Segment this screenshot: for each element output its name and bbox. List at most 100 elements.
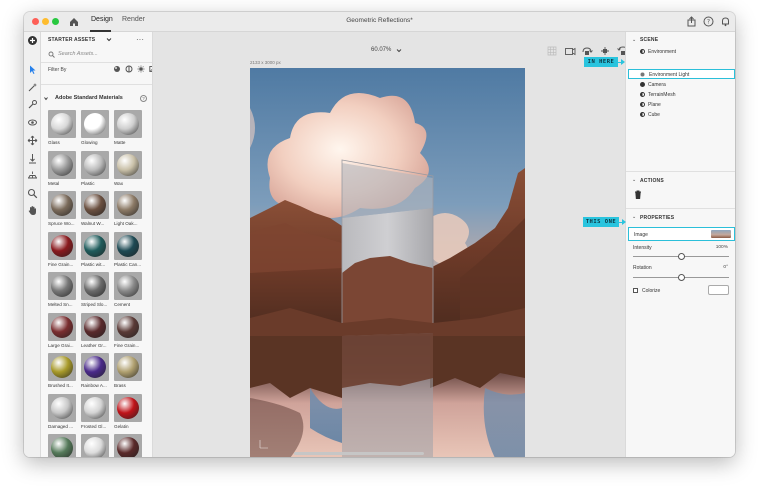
material-tile[interactable]: Spruce Wo... [48, 191, 76, 226]
scene-render-image [250, 68, 525, 457]
material-tile[interactable]: Rainbow A... [81, 353, 109, 388]
material-tile[interactable]: Glass [48, 110, 76, 145]
drop-to-ground-icon[interactable] [27, 153, 38, 164]
material-label: Plastic Can... [114, 261, 142, 267]
intensity-slider[interactable] [633, 253, 729, 260]
more-options-icon[interactable]: ··· [136, 35, 144, 44]
tree-item-label: Plane [648, 102, 661, 108]
intensity-value[interactable]: 100% [716, 245, 728, 250]
hand-tool-icon[interactable] [27, 205, 38, 216]
material-thumbnail [81, 110, 109, 138]
material-thumbnail [81, 353, 109, 381]
camera-bookmark-icon[interactable] [564, 45, 576, 57]
material-sphere [84, 437, 106, 457]
tree-item-environment-light[interactable]: Environment Light [628, 69, 735, 79]
material-tile[interactable]: Melted Sn... [48, 272, 76, 307]
assets-panel-header[interactable]: STARTER ASSETS [48, 37, 95, 43]
material-sphere [84, 315, 106, 338]
chevron-down-icon[interactable] [44, 96, 48, 101]
horizontal-scrollbar[interactable] [294, 452, 424, 455]
trash-icon[interactable] [634, 190, 642, 199]
material-tile[interactable]: Light Oak... [114, 191, 142, 226]
add-icon[interactable] [27, 35, 38, 46]
orbit-tool-icon[interactable] [27, 117, 38, 128]
material-tile[interactable]: Plastic Can... [114, 231, 142, 267]
rotation-slider-thumb[interactable] [677, 274, 685, 281]
properties-header[interactable]: PROPERTIES [640, 215, 674, 221]
material-tile[interactable]: Air [81, 434, 109, 457]
material-tile[interactable]: Frosted Gl... [81, 393, 109, 429]
material-tile[interactable]: Large Grai... [48, 312, 76, 348]
material-label: Fine Grain... [48, 261, 74, 267]
magic-wand-icon[interactable] [27, 82, 38, 93]
pan-camera-icon[interactable] [599, 45, 611, 57]
canvas-dimensions: 2133 x 3000 px [250, 60, 281, 65]
material-thumbnail [48, 353, 76, 381]
material-tile[interactable]: Fine Grain... [114, 312, 142, 348]
material-tile[interactable]: Brass [114, 353, 142, 388]
search-assets-input[interactable]: Search Assets... [46, 49, 148, 60]
rotation-slider[interactable] [633, 274, 729, 281]
zoom-tool-icon[interactable] [27, 188, 38, 199]
zoom-level[interactable]: 60.07% [371, 47, 391, 53]
colorize-color-swatch[interactable] [708, 285, 729, 295]
chevron-down-icon[interactable]: ⌄ [632, 37, 636, 43]
material-tile[interactable]: Walnut W... [81, 191, 109, 226]
material-sphere [117, 437, 139, 457]
material-thumbnail [48, 150, 76, 179]
scene-header[interactable]: SCENE [640, 37, 658, 43]
material-label: Matte [114, 140, 126, 145]
material-tile[interactable]: Gelatin [114, 393, 142, 429]
filter-by-label: Filter By [48, 67, 67, 73]
filter-models-icon[interactable] [125, 65, 133, 73]
grid-icon[interactable] [546, 45, 558, 57]
orbit-camera-icon[interactable] [581, 45, 593, 57]
material-tile[interactable]: Striped Slo... [81, 272, 109, 307]
material-label: Brass [114, 383, 126, 388]
material-tile[interactable]: Cement [114, 272, 142, 307]
notifications-icon[interactable] [719, 15, 732, 28]
material-tile[interactable]: Glitter [48, 434, 76, 457]
materials-section-title[interactable]: Adobe Standard Materials [55, 95, 123, 101]
chevron-down-icon[interactable] [106, 37, 112, 42]
material-tile[interactable]: Plastic [81, 150, 109, 186]
material-thumbnail [81, 231, 109, 260]
scene-viewport[interactable] [250, 68, 525, 457]
material-tile[interactable]: Brushed It... [48, 353, 76, 388]
chevron-down-icon[interactable]: ⌄ [632, 214, 636, 220]
tree-item-camera[interactable]: Camera [640, 82, 666, 88]
materials-help-icon[interactable]: ? [140, 95, 147, 102]
material-tile[interactable]: Wax [114, 150, 142, 186]
material-tile[interactable]: Matte [114, 110, 142, 145]
environment-image-thumbnail[interactable] [711, 230, 731, 238]
filter-lights-icon[interactable] [137, 65, 145, 73]
image-property-row[interactable]: Image [628, 227, 735, 241]
material-tile[interactable]: Damaged ... [48, 393, 76, 429]
material-tile[interactable]: Fine Grain... [48, 231, 76, 267]
help-icon[interactable]: ? [702, 15, 715, 28]
rotation-value[interactable]: 0° [723, 265, 728, 270]
material-label: Spruce Wo... [48, 221, 75, 226]
select-tool-icon[interactable] [27, 64, 38, 75]
chevron-down-icon[interactable] [396, 48, 402, 53]
filter-materials-icon[interactable] [113, 65, 121, 73]
sample-tool-icon[interactable] [27, 99, 38, 110]
colorize-checkbox[interactable] [633, 288, 638, 293]
material-tile[interactable]: Glowing [81, 110, 109, 145]
intensity-slider-thumb[interactable] [677, 253, 685, 260]
actions-header[interactable]: ACTIONS [640, 178, 664, 184]
ground-plane-icon[interactable] [27, 170, 38, 181]
move-tool-icon[interactable] [27, 135, 38, 146]
material-thumbnail [48, 231, 76, 260]
tree-item-environment[interactable]: Environment [640, 49, 676, 55]
tree-item-cube[interactable]: Cube [640, 112, 660, 118]
tree-item-terrainmesh[interactable]: TerrainMesh [640, 92, 676, 98]
material-tile[interactable]: Leather Gr... [81, 312, 109, 348]
material-tile[interactable]: Metal [48, 150, 76, 186]
chevron-down-icon[interactable]: ⌄ [632, 177, 636, 183]
tree-item-plane[interactable]: Plane [640, 102, 661, 108]
material-sphere [51, 153, 73, 176]
material-tile[interactable]: Vitage Gl... [114, 434, 142, 457]
share-icon[interactable] [685, 15, 698, 28]
material-tile[interactable]: Plastic wit... [81, 231, 109, 267]
